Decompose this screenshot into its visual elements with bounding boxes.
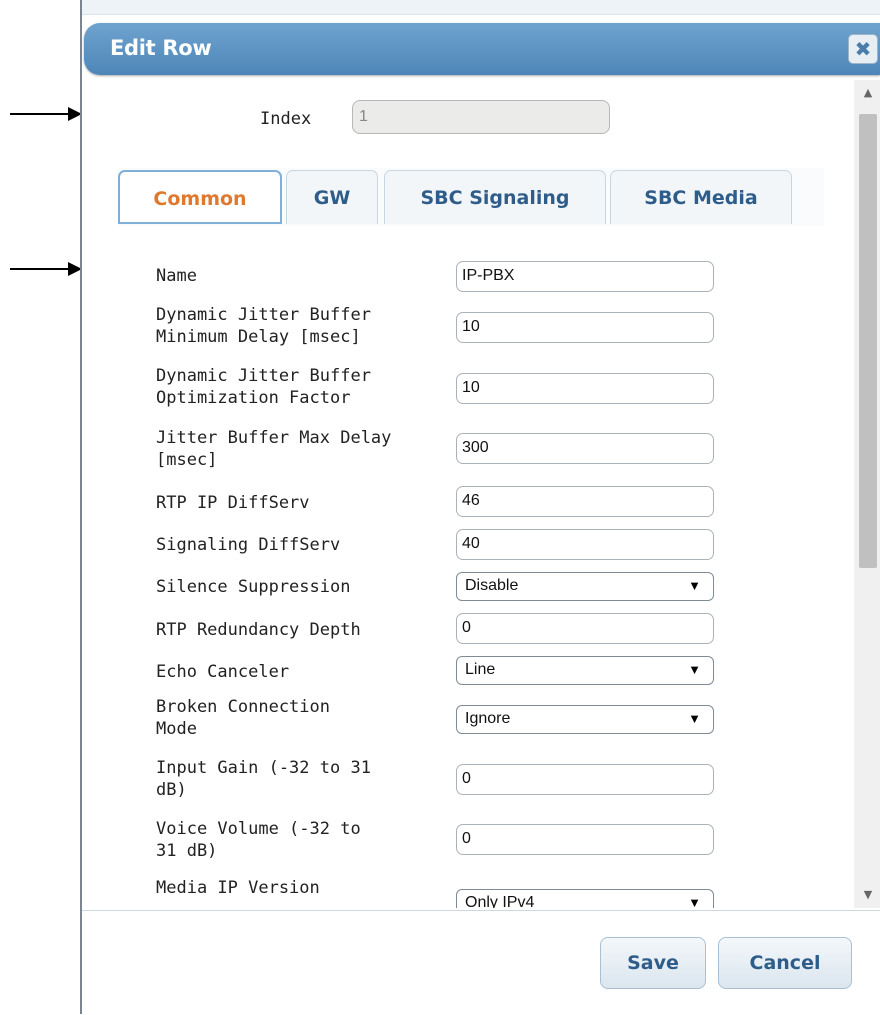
jb-max-delay-label: Jitter Buffer Max Delay [msec] [156, 427, 446, 471]
djb-min-delay-input[interactable]: 10 [456, 312, 714, 343]
edit-row-dialog: Edit Row ✖ Index 1 Common GW SBC Signali… [80, 0, 880, 1015]
tab-sbc-signaling[interactable]: SBC Signaling [384, 170, 606, 224]
tab-gw[interactable]: GW [286, 170, 378, 224]
index-label: Index [260, 109, 312, 129]
djb-min-delay-label-line1: Dynamic Jitter Buffer [156, 305, 371, 325]
broken-connection-label-line1: Broken Connection [156, 697, 330, 717]
rtp-redundancy-label: RTP Redundancy Depth [156, 620, 361, 640]
djb-opt-factor-label-line2: Optimization Factor [156, 388, 351, 408]
voice-volume-label-line1: Voice Volume (-32 to [156, 819, 361, 839]
media-ip-version-select[interactable]: Only IPv4 ▼ [456, 889, 714, 908]
signaling-diffserv-input[interactable]: 40 [456, 529, 714, 560]
tab-sbc-media[interactable]: SBC Media [610, 170, 792, 224]
tab-bar: Common GW SBC Signaling SBC Media [118, 168, 824, 226]
jb-max-delay-label-line1: Jitter Buffer Max Delay [156, 428, 392, 448]
tab-common[interactable]: Common [118, 170, 282, 224]
djb-min-delay-label: Dynamic Jitter Buffer Minimum Delay [mse… [156, 304, 446, 348]
silence-suppression-select[interactable]: Disable ▼ [456, 572, 714, 601]
jb-max-delay-input[interactable]: 300 [456, 433, 714, 464]
rtp-diffserv-label: RTP IP DiffServ [156, 493, 310, 513]
index-input: 1 [352, 100, 610, 134]
media-ip-version-value: Only IPv4 [465, 894, 535, 908]
chevron-down-icon: ▼ [688, 711, 701, 726]
scroll-down-icon[interactable]: ▼ [854, 882, 880, 908]
echo-canceler-value: Line [465, 661, 496, 678]
scrollbar-thumb[interactable] [859, 114, 877, 568]
input-gain-input[interactable]: 0 [456, 764, 714, 795]
voice-volume-input[interactable]: 0 [456, 824, 714, 855]
silence-suppression-value: Disable [465, 577, 519, 594]
broken-connection-select[interactable]: Ignore ▼ [456, 705, 714, 734]
voice-volume-label: Voice Volume (-32 to 31 dB) [156, 818, 446, 862]
background-table-strip [82, 0, 880, 15]
scroll-up-icon[interactable]: ▲ [854, 80, 880, 106]
chevron-down-icon: ▼ [688, 662, 701, 677]
voice-volume-label-line2: 31 dB) [156, 841, 218, 861]
broken-connection-value: Ignore [465, 710, 511, 727]
chevron-down-icon: ▼ [688, 578, 701, 593]
dialog-title: Edit Row [110, 36, 212, 60]
dialog-title-bar[interactable]: Edit Row ✖ [84, 23, 880, 75]
input-gain-label: Input Gain (-32 to 31 dB) [156, 757, 446, 801]
close-icon[interactable]: ✖ [848, 34, 878, 64]
name-label: Name [156, 266, 197, 286]
broken-connection-label-line2: Mode [156, 719, 197, 739]
jb-max-delay-label-line2: [msec] [156, 450, 218, 470]
input-gain-label-line2: dB) [156, 780, 187, 800]
silence-suppression-label: Silence Suppression [156, 577, 351, 597]
djb-opt-factor-label: Dynamic Jitter Buffer Optimization Facto… [156, 365, 446, 409]
djb-min-delay-label-line2: Minimum Delay [msec] [156, 327, 361, 347]
media-ip-version-label: Media IP Version [156, 878, 320, 898]
djb-opt-factor-label-line1: Dynamic Jitter Buffer [156, 366, 371, 386]
signaling-diffserv-label: Signaling DiffServ [156, 535, 341, 555]
djb-opt-factor-input[interactable]: 10 [456, 373, 714, 404]
cancel-button[interactable]: Cancel [718, 937, 852, 989]
echo-canceler-label: Echo Canceler [156, 662, 290, 682]
echo-canceler-select[interactable]: Line ▼ [456, 656, 714, 685]
dialog-footer: Save Cancel [82, 910, 880, 1015]
save-button[interactable]: Save [600, 937, 706, 989]
dialog-content: Index 1 Common GW SBC Signaling SBC Medi… [84, 78, 852, 908]
broken-connection-label: Broken Connection Mode [156, 696, 446, 740]
chevron-down-icon: ▼ [688, 895, 701, 908]
rtp-diffserv-input[interactable]: 46 [456, 486, 714, 517]
vertical-scrollbar[interactable]: ▲ ▼ [854, 80, 880, 908]
name-input[interactable]: IP-PBX [456, 261, 714, 292]
annotation-arrow-index [0, 104, 82, 124]
input-gain-label-line1: Input Gain (-32 to 31 [156, 758, 371, 778]
rtp-redundancy-input[interactable]: 0 [456, 613, 714, 644]
annotation-arrow-name [0, 259, 82, 279]
